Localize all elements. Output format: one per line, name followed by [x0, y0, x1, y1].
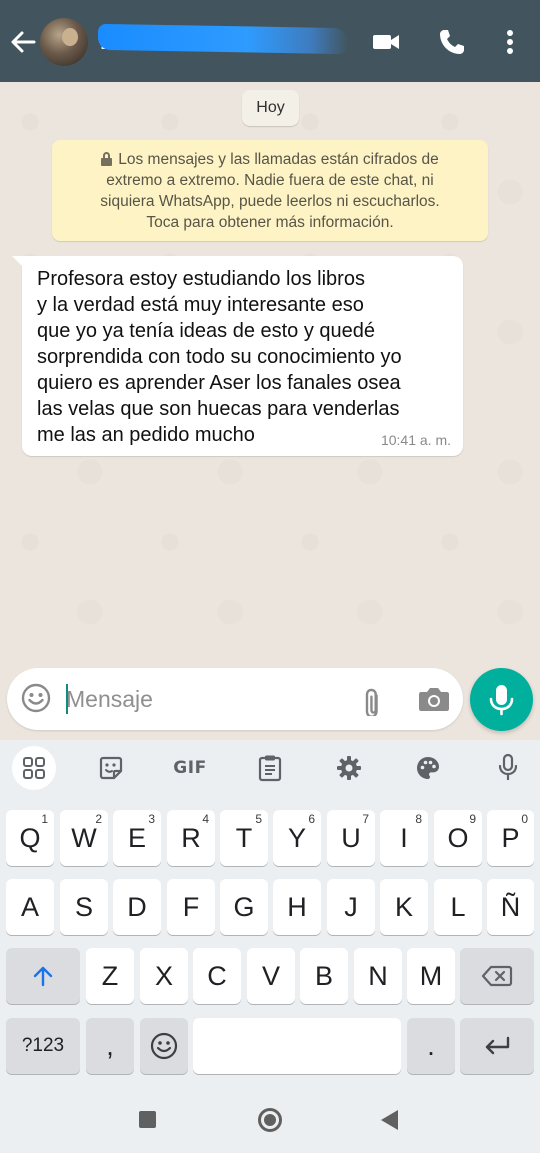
encryption-line: extremo a extremo. Nadie fuera de este c…	[106, 172, 434, 189]
home-icon[interactable]	[258, 1108, 282, 1132]
enter-icon	[485, 1036, 510, 1055]
key-o[interactable]: O9	[434, 810, 482, 866]
key-v[interactable]: V	[247, 948, 295, 1004]
key-e[interactable]: E3	[113, 810, 161, 866]
key-p[interactable]: P0	[487, 810, 534, 866]
key-s[interactable]: S	[60, 879, 108, 935]
space-key[interactable]	[193, 1018, 401, 1074]
contact-avatar[interactable]	[40, 18, 88, 66]
key-n[interactable]: N	[354, 948, 402, 1004]
palette-icon	[417, 757, 439, 779]
encryption-notice[interactable]: Los mensajes y las llamadas están cifrad…	[52, 140, 488, 241]
message-line: me las an pedido mucho	[37, 424, 255, 446]
message-timestamp: 10:41 a. m.	[380, 432, 451, 448]
message-line: y la verdad está muy interesante eso	[37, 294, 364, 316]
enter-key[interactable]	[460, 1018, 534, 1074]
backspace-key[interactable]	[460, 948, 534, 1004]
key-i[interactable]: I8	[380, 810, 428, 866]
recents-icon[interactable]	[139, 1111, 156, 1128]
encryption-line: siquiera WhatsApp, puede leerlos ni escu…	[100, 193, 440, 210]
settings-button[interactable]	[329, 752, 369, 784]
voice-input-button[interactable]	[488, 752, 528, 784]
phone-icon[interactable]	[436, 26, 468, 58]
key-enye[interactable]: Ñ	[487, 879, 534, 935]
key-k[interactable]: K	[380, 879, 428, 935]
key-m[interactable]: M	[407, 948, 455, 1004]
name-redaction	[98, 23, 348, 55]
sticker-icon	[99, 756, 123, 780]
encryption-line: Toca para obtener más información.	[146, 214, 394, 231]
encryption-line: Los mensajes y las llamadas están cifrad…	[66, 149, 474, 170]
comma-key[interactable]: ,	[86, 1018, 134, 1074]
text-caret	[66, 684, 68, 714]
key-h[interactable]: H	[273, 879, 321, 935]
attach-icon[interactable]	[356, 682, 390, 716]
mic-button[interactable]	[470, 668, 533, 731]
grid-icon	[23, 757, 45, 779]
mic-icon	[489, 685, 514, 716]
message-line: sorprendida con todo su conocimiento yo	[37, 346, 402, 368]
key-u[interactable]: U7	[327, 810, 375, 866]
shift-key[interactable]	[6, 948, 80, 1004]
theme-button[interactable]	[408, 752, 448, 784]
mic-outline-icon	[498, 753, 518, 780]
emoji-key[interactable]	[140, 1018, 188, 1074]
gif-button[interactable]: GIF	[170, 752, 210, 784]
back-arrow-icon[interactable]	[8, 27, 38, 57]
key-z[interactable]: Z	[86, 948, 134, 1004]
video-call-icon[interactable]	[370, 26, 402, 58]
more-vert-icon[interactable]	[494, 26, 526, 58]
key-f[interactable]: F	[167, 879, 215, 935]
key-l[interactable]: L	[434, 879, 482, 935]
key-q[interactable]: Q1	[6, 810, 54, 866]
emoji-face-icon	[150, 1032, 178, 1060]
key-c[interactable]: C	[193, 948, 241, 1004]
key-a[interactable]: A	[6, 879, 54, 935]
shift-arrow-icon	[33, 966, 53, 987]
message-line: Profesora estoy estudiando los libros	[37, 268, 365, 290]
camera-icon[interactable]	[417, 684, 451, 714]
key-j[interactable]: J	[327, 879, 375, 935]
emoji-icon[interactable]	[20, 682, 52, 714]
message-input[interactable]	[66, 683, 336, 715]
key-d[interactable]: D	[113, 879, 161, 935]
key-w[interactable]: W2	[60, 810, 108, 866]
apps-grid-button[interactable]	[12, 746, 56, 790]
key-b[interactable]: B	[300, 948, 348, 1004]
key-g[interactable]: G	[220, 879, 268, 935]
key-x[interactable]: X	[140, 948, 188, 1004]
message-line: las velas que son huecas para venderlas	[37, 398, 400, 420]
lock-icon	[101, 152, 113, 166]
clipboard-icon	[258, 755, 282, 782]
symbols-key[interactable]: ?123	[6, 1018, 80, 1074]
key-y[interactable]: Y6	[273, 810, 321, 866]
date-chip: Hoy	[242, 90, 299, 126]
message-line: que yo ya tenía ideas de esto y quedé	[37, 320, 376, 342]
incoming-message-bubble[interactable]: Profesora estoy estudiando los libros y …	[12, 256, 463, 456]
message-line: quiero es aprender Aser los fanales osea	[37, 372, 401, 394]
period-key[interactable]: .	[407, 1018, 455, 1074]
gear-icon	[337, 756, 361, 780]
key-t[interactable]: T5	[220, 810, 268, 866]
backspace-icon	[481, 965, 513, 987]
sticker-button[interactable]	[91, 752, 131, 784]
key-r[interactable]: R4	[167, 810, 215, 866]
clipboard-button[interactable]	[250, 752, 290, 784]
back-triangle-icon[interactable]	[381, 1110, 398, 1130]
